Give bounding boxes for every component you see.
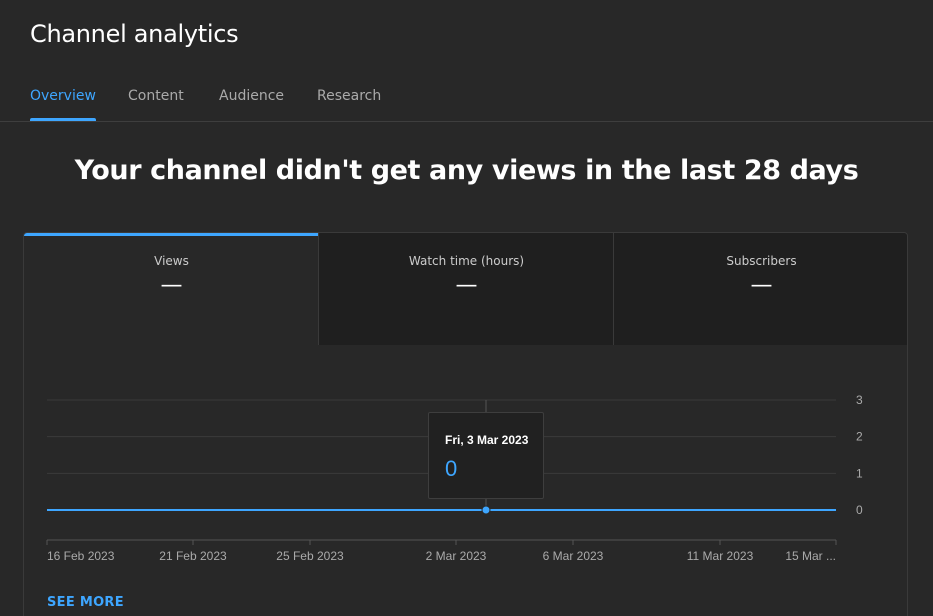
tooltip-value: 0 [445,456,458,481]
x-tick-label: 6 Mar 2023 [543,549,604,563]
x-tick-label: 16 Feb 2023 [47,549,115,563]
chart-y-axis: 0 1 2 3 [856,393,863,517]
chart-series [47,505,836,515]
chart-x-axis: 16 Feb 2023 21 Feb 2023 25 Feb 2023 2 Mar 2… [46,539,837,563]
see-more-link[interactable]: SEE MORE [47,595,124,610]
highlighted-data-point[interactable] [481,505,491,515]
x-tick-label: 11 Mar 2023 [687,549,754,563]
y-tick-label: 0 [856,503,863,517]
views-chart: 16 Feb 2023 21 Feb 2023 25 Feb 2023 2 Mar 2… [46,393,863,563]
x-tick-label: 21 Feb 2023 [159,549,227,563]
x-tick-label: 15 Mar ... [785,549,836,563]
y-tick-label: 2 [856,430,863,444]
chart-tooltip: Fri, 3 Mar 2023 0 [428,412,544,499]
x-tick-label: 25 Feb 2023 [276,549,344,563]
tooltip-date: Fri, 3 Mar 2023 [445,433,529,447]
y-tick-label: 1 [856,466,863,480]
x-tick-label: 2 Mar 2023 [426,549,487,563]
y-tick-label: 3 [856,393,863,407]
